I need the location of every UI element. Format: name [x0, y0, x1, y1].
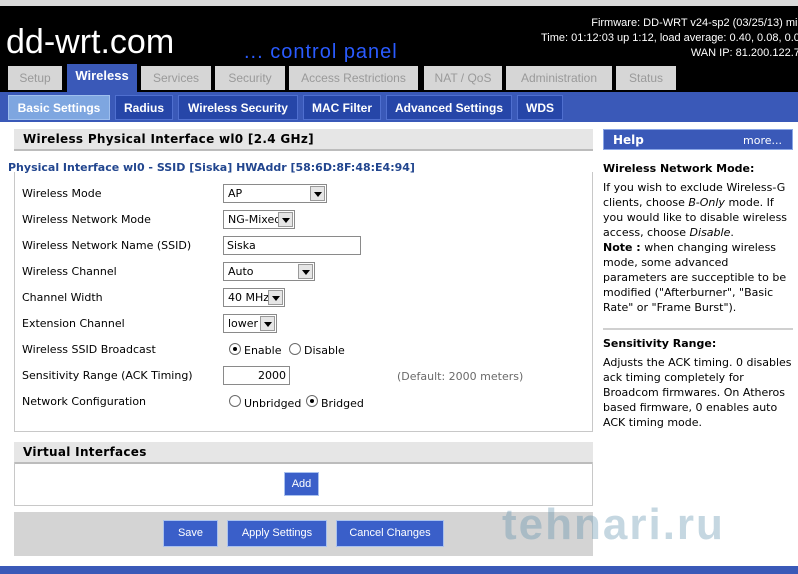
chevron-down-icon	[278, 212, 293, 227]
help-more-link[interactable]: more...	[743, 130, 782, 151]
help-mode-disable: Disable	[689, 226, 731, 239]
extension-channel-value: lower	[228, 317, 259, 330]
logo: dd-wrt.com	[6, 22, 174, 62]
sub-tabs: Basic Settings Radius Wireless Security …	[0, 92, 798, 122]
watermark: tehnari.ru	[502, 500, 725, 549]
top-strip	[0, 0, 798, 6]
tab-access-restrictions[interactable]: Access Restrictions	[289, 66, 418, 90]
wireless-mode-select[interactable]: AP	[223, 184, 327, 203]
help-sensitivity-title: Sensitivity Range:	[603, 337, 717, 350]
subtab-mac-filter[interactable]: MAC Filter	[303, 95, 381, 120]
subtab-basic-settings[interactable]: Basic Settings	[8, 95, 110, 120]
help-sensitivity-text: Adjusts the ACK timing. 0 disables ack t…	[603, 356, 792, 429]
channel-select[interactable]: Auto	[223, 262, 315, 281]
network-mode-select[interactable]: NG-Mixed	[223, 210, 295, 229]
chevron-down-icon	[260, 316, 275, 331]
subtab-wds[interactable]: WDS	[517, 95, 563, 120]
wireless-mode-value: AP	[228, 187, 243, 200]
network-config-label: Network Configuration	[22, 395, 147, 408]
network-mode-value: NG-Mixed	[228, 213, 282, 226]
help-mode-text: If you wish to exclude Wireless-G client…	[603, 180, 793, 315]
chevron-down-icon	[298, 264, 313, 279]
channel-width-label: Channel Width	[22, 291, 103, 304]
tab-nat-qos[interactable]: NAT / QoS	[424, 66, 502, 90]
bottom-edge	[0, 566, 798, 574]
uptime-info: Time: 01:12:03 up 1:12, load average: 0.…	[540, 32, 798, 44]
wireless-mode-label: Wireless Mode	[22, 187, 102, 200]
wan-ip: WAN IP: 81.200.122.75	[690, 47, 798, 59]
network-config-unbridged-radio[interactable]	[229, 395, 241, 407]
extension-channel-select[interactable]: lower	[223, 314, 277, 333]
help-separator	[603, 328, 793, 330]
chevron-down-icon	[268, 290, 283, 305]
channel-width-select[interactable]: 40 MHz	[223, 288, 285, 307]
help-mode-bonly: B-Only	[688, 196, 725, 209]
chevron-down-icon	[310, 186, 325, 201]
save-button[interactable]: Save	[163, 520, 218, 547]
network-config-bridged-label: Bridged	[321, 397, 364, 410]
header: dd-wrt.com ... control panel Firmware: D…	[0, 0, 798, 92]
cancel-changes-button[interactable]: Cancel Changes	[336, 520, 444, 547]
extension-channel-label: Extension Channel	[22, 317, 125, 330]
tab-status[interactable]: Status	[616, 66, 676, 90]
help-header: Help more...	[603, 129, 793, 150]
logo-main: dd-wrt	[6, 23, 101, 61]
network-mode-label: Wireless Network Mode	[22, 213, 151, 226]
help-note-label: Note :	[603, 241, 641, 254]
sensitivity-input[interactable]: 2000	[223, 366, 290, 385]
help-title: Help	[613, 133, 644, 147]
router-status-info: Firmware: DD-WRT v24-sp2 (03/25/13) mini…	[541, 16, 798, 61]
ssid-broadcast-disable-label: Disable	[304, 344, 345, 357]
ssid-label: Wireless Network Name (SSID)	[22, 239, 192, 252]
ssid-input[interactable]: Siska	[223, 236, 361, 255]
firmware-version: Firmware: DD-WRT v24-sp2 (03/25/13) mini	[591, 17, 798, 29]
network-config-unbridged-label: Unbridged	[244, 397, 302, 410]
tab-administration[interactable]: Administration	[506, 66, 612, 90]
apply-settings-button[interactable]: Apply Settings	[227, 520, 327, 547]
ssid-broadcast-label: Wireless SSID Broadcast	[22, 343, 156, 356]
network-config-bridged-radio[interactable]	[306, 395, 318, 407]
sensitivity-label: Sensitivity Range (ACK Timing)	[22, 369, 193, 382]
tab-setup[interactable]: Setup	[8, 66, 62, 90]
channel-value: Auto	[228, 265, 254, 278]
channel-width-value: 40 MHz	[228, 291, 270, 304]
virtual-interfaces-section-title: Virtual Interfaces	[14, 442, 593, 464]
physical-interface-section-title: Wireless Physical Interface wl0 [2.4 GHz…	[14, 129, 593, 151]
help-mode-text-part: .	[730, 226, 734, 239]
subtab-advanced-settings[interactable]: Advanced Settings	[386, 95, 512, 120]
add-virtual-interface-button[interactable]: Add	[284, 472, 319, 496]
main-tabs: Setup Wireless Services Security Access …	[0, 64, 798, 92]
ssid-broadcast-disable-radio[interactable]	[289, 343, 301, 355]
tab-wireless[interactable]: Wireless	[67, 64, 137, 92]
tab-security[interactable]: Security	[215, 66, 285, 90]
help-mode-title: Wireless Network Mode:	[603, 162, 755, 175]
subtab-radius[interactable]: Radius	[115, 95, 173, 120]
ssid-broadcast-enable-label: Enable	[244, 344, 282, 357]
channel-label: Wireless Channel	[22, 265, 117, 278]
sensitivity-default-hint: (Default: 2000 meters)	[397, 370, 524, 383]
tab-services[interactable]: Services	[141, 66, 211, 90]
logo-subtitle: ... control panel	[244, 41, 398, 63]
subtab-wireless-security[interactable]: Wireless Security	[178, 95, 298, 120]
ssid-broadcast-enable-radio[interactable]	[229, 343, 241, 355]
logo-dotcom: .com	[100, 23, 175, 61]
